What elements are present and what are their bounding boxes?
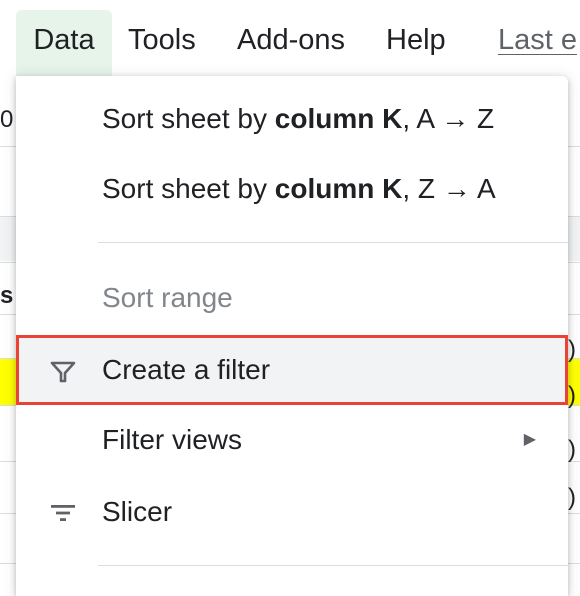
menu-item-slicer[interactable]: Slicer <box>16 477 568 547</box>
menu-add-ons[interactable]: Add-ons <box>237 0 345 70</box>
menu-item-sort-a-z[interactable]: Sort sheet by column K, A → Z <box>16 84 568 154</box>
sort-z-a-label: Sort sheet by column K, Z → A <box>102 154 496 224</box>
menu-divider <box>98 242 568 243</box>
cell-fragment: ) <box>568 382 576 409</box>
cell-fragment: ) <box>568 336 576 363</box>
menu-divider <box>98 565 568 566</box>
sort-a-z-prefix: Sort sheet by <box>102 103 275 134</box>
menu-item-create-filter[interactable]: Create a filter <box>16 335 568 405</box>
data-menu-dropdown: Sort sheet by column K, A → Z Sort sheet… <box>16 76 568 596</box>
menu-item-filter-views[interactable]: Filter views ▶ <box>16 405 568 475</box>
menu-item-sort-z-a[interactable]: Sort sheet by column K, Z → A <box>16 154 568 224</box>
sort-z-a-suffix: , Z → A <box>402 173 496 204</box>
menu-bar: Data Tools Add-ons Help Last e <box>0 0 580 76</box>
sort-range-label: Sort range <box>102 282 233 313</box>
menu-data[interactable]: Data <box>16 10 112 76</box>
last-edit-link[interactable]: Last e <box>498 0 577 70</box>
cell-fragment: s <box>0 282 14 309</box>
filter-views-label: Filter views <box>102 424 243 455</box>
cell-fragment: ) <box>568 436 576 463</box>
sort-z-a-column: column K <box>274 173 403 204</box>
cell-fragment: 0 <box>0 106 14 133</box>
sort-a-z-suffix: , A → Z <box>402 103 495 134</box>
sort-a-z-column: column K <box>274 103 403 134</box>
filter-funnel-icon <box>50 361 76 383</box>
menu-tools[interactable]: Tools <box>128 0 196 70</box>
menu-item-sort-range: Sort range <box>16 263 568 333</box>
create-filter-label: Create a filter <box>102 354 271 385</box>
sort-z-a-prefix: Sort sheet by <box>102 173 275 204</box>
slicer-lines-icon <box>51 505 75 521</box>
slicer-label: Slicer <box>102 496 173 527</box>
submenu-arrow-icon: ▶ <box>523 431 536 448</box>
cell-fragment: ) <box>568 484 576 511</box>
sort-a-z-label: Sort sheet by column K, A → Z <box>102 84 494 154</box>
menu-help[interactable]: Help <box>386 0 446 70</box>
